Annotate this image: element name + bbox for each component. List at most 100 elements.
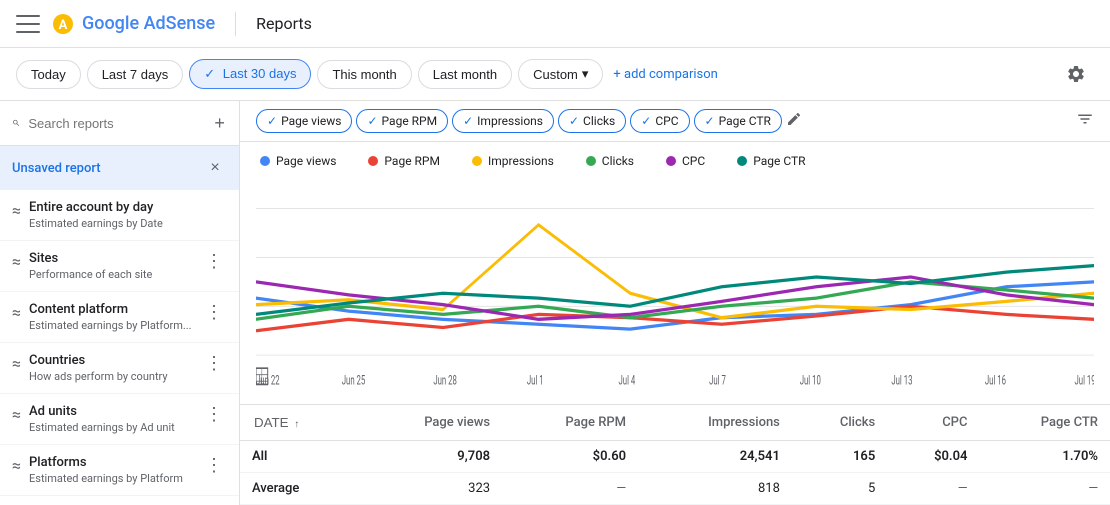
nav-item-more-icon[interactable]: ⋮ — [201, 302, 227, 323]
col-header-date[interactable]: DATE ↑ — [240, 405, 358, 441]
nav-item-subtitle: Estimated earnings by Date — [29, 217, 227, 230]
dropdown-arrow-icon: ▾ — [582, 66, 589, 82]
check-icon: ✓ — [367, 114, 377, 128]
col-header-page-rpm[interactable]: Page RPM — [502, 405, 638, 441]
cell-date-all: All — [240, 441, 358, 473]
nav-item-title: Sites — [29, 251, 193, 266]
adsense-logo-icon: A — [52, 13, 74, 35]
add-report-button[interactable]: + — [212, 109, 227, 137]
line-chart: Jun 22 Jun 25 Jun 28 Jul 1 Jul 4 Jul 7 J… — [256, 176, 1094, 404]
metric-chip-page-views[interactable]: ✓ Page views — [256, 109, 352, 133]
col-header-page-ctr[interactable]: Page CTR — [979, 405, 1110, 441]
sidebar-item-ad-units[interactable]: ≈ Ad units Estimated earnings by Ad unit… — [0, 394, 239, 445]
nav-item-subtitle: Estimated earnings by Platform... — [29, 319, 193, 332]
filter-lastmonth-button[interactable]: Last month — [418, 60, 512, 89]
sort-icon: ↑ — [294, 419, 299, 430]
close-unsaved-button[interactable]: × — [203, 156, 227, 180]
filter-today-button[interactable]: Today — [16, 60, 81, 89]
cell-pagectr-all: 1.70% — [979, 441, 1110, 473]
filter-custom-button[interactable]: Custom ▾ — [518, 59, 603, 89]
metric-chip-page-ctr[interactable]: ✓ Page CTR — [694, 109, 782, 133]
metric-chip-clicks[interactable]: ✓ Clicks — [558, 109, 626, 133]
svg-text:Jun 28: Jun 28 — [433, 372, 457, 388]
filter-view-button[interactable] — [1076, 110, 1094, 133]
table-row-all: All 9,708 $0.60 24,541 165 $0.04 1.70% — [240, 441, 1110, 473]
unsaved-report-item[interactable]: Unsaved report × — [0, 146, 239, 190]
col-header-page-views[interactable]: Page views — [358, 405, 502, 441]
sidebar-item-countries[interactable]: ≈ Countries How ads perform by country ⋮ — [0, 343, 239, 394]
legend-item-page-ctr: Page CTR — [737, 154, 805, 168]
nav-item-title: Entire account by day — [29, 200, 227, 215]
settings-button[interactable] — [1058, 56, 1094, 92]
nav-item-subtitle: Estimated earnings by Platform — [29, 472, 193, 485]
check-icon: ✓ — [705, 114, 715, 128]
legend-dot-impressions — [472, 156, 482, 166]
metric-chip-impressions[interactable]: ✓ Impressions — [452, 109, 554, 133]
check-icon: ✓ — [267, 114, 277, 128]
sort-date-button[interactable]: DATE ↑ — [252, 413, 301, 432]
nav-item-title: Countries — [29, 353, 193, 368]
sidebar-item-content-platform[interactable]: ≈ Content platform Estimated earnings by… — [0, 292, 239, 343]
cell-impressions-all: 24,541 — [638, 441, 792, 473]
search-input[interactable] — [28, 116, 204, 131]
check-icon: ✓ — [641, 114, 651, 128]
col-header-impressions[interactable]: Impressions — [638, 405, 792, 441]
sidebar-item-platforms[interactable]: ≈ Platforms Estimated earnings by Platfo… — [0, 445, 239, 496]
settings-icon — [1066, 64, 1086, 84]
filter-thismonth-button[interactable]: This month — [317, 60, 411, 89]
nav-item-subtitle: How ads perform by country — [29, 370, 193, 383]
legend-dot-page-ctr — [737, 156, 747, 166]
page-title: Reports — [256, 14, 312, 33]
nav-item-more-icon[interactable]: ⋮ — [201, 404, 227, 425]
check-icon: ✓ — [463, 114, 473, 128]
nav-item-more-icon[interactable]: ⋮ — [201, 251, 227, 272]
nav-item-icon: ≈ — [12, 354, 21, 373]
search-bar: + — [0, 101, 239, 146]
filter-last7-button[interactable]: Last 7 days — [87, 60, 184, 89]
top-header: A Google AdSense Reports — [0, 0, 1110, 48]
legend-item-cpc: CPC — [666, 154, 705, 168]
chart-legend: Page views Page RPM Impressions Clicks C… — [240, 142, 1110, 172]
chart-area: Jun 22 Jun 25 Jun 28 Jul 1 Jul 4 Jul 7 J… — [240, 172, 1110, 404]
nav-item-icon: ≈ — [12, 252, 21, 271]
nav-item-more-icon[interactable]: ⋮ — [201, 455, 227, 476]
legend-item-page-views: Page views — [260, 154, 336, 168]
legend-dot-cpc — [666, 156, 676, 166]
cell-cpc-all: $0.04 — [887, 441, 979, 473]
nav-item-icon: ≈ — [12, 201, 21, 220]
metric-chip-cpc[interactable]: ✓ CPC — [630, 109, 689, 133]
svg-text:Jul 19: Jul 19 — [1075, 372, 1094, 388]
nav-item-subtitle: Performance of each site — [29, 268, 193, 281]
cell-clicks-all: 165 — [792, 441, 887, 473]
nav-item-icon: ≈ — [12, 303, 21, 322]
nav-item-subtitle: Estimated earnings by Ad unit — [29, 421, 193, 434]
edit-metrics-button[interactable] — [786, 111, 802, 132]
legend-dot-page-rpm — [368, 156, 378, 166]
legend-dot-clicks — [586, 156, 596, 166]
svg-text:Jun 25: Jun 25 — [342, 372, 366, 388]
svg-text:Jul 16: Jul 16 — [985, 372, 1006, 388]
add-comparison-button[interactable]: + add comparison — [613, 67, 717, 82]
logo: A Google AdSense — [52, 13, 215, 35]
metric-chip-page-rpm[interactable]: ✓ Page RPM — [356, 109, 448, 133]
svg-text:A: A — [59, 18, 68, 33]
col-header-clicks[interactable]: Clicks — [792, 405, 887, 441]
filter-last30-button[interactable]: ✓ Last 30 days — [189, 59, 311, 89]
svg-text:Jul 1: Jul 1 — [527, 372, 544, 388]
right-content: ✓ Page views ✓ Page RPM ✓ Impressions ✓ … — [240, 101, 1110, 505]
col-header-cpc[interactable]: CPC — [887, 405, 979, 441]
unsaved-report-label: Unsaved report — [12, 161, 101, 176]
cell-pageviews-all: 9,708 — [358, 441, 502, 473]
legend-item-clicks: Clicks — [586, 154, 634, 168]
search-icon — [12, 115, 20, 131]
menu-icon[interactable] — [16, 12, 40, 36]
sidebar-item-entire-account[interactable]: ≈ Entire account by day Estimated earnin… — [0, 190, 239, 241]
svg-text:Jul 4: Jul 4 — [618, 372, 635, 388]
svg-text:Jul 7: Jul 7 — [709, 372, 726, 388]
nav-item-icon: ≈ — [12, 405, 21, 424]
filter-bar: Today Last 7 days ✓ Last 30 days This mo… — [0, 48, 1110, 101]
nav-item-more-icon[interactable]: ⋮ — [201, 353, 227, 374]
sidebar-item-sites[interactable]: ≈ Sites Performance of each site ⋮ — [0, 241, 239, 292]
legend-item-page-rpm: Page RPM — [368, 154, 440, 168]
legend-item-impressions: Impressions — [472, 154, 554, 168]
